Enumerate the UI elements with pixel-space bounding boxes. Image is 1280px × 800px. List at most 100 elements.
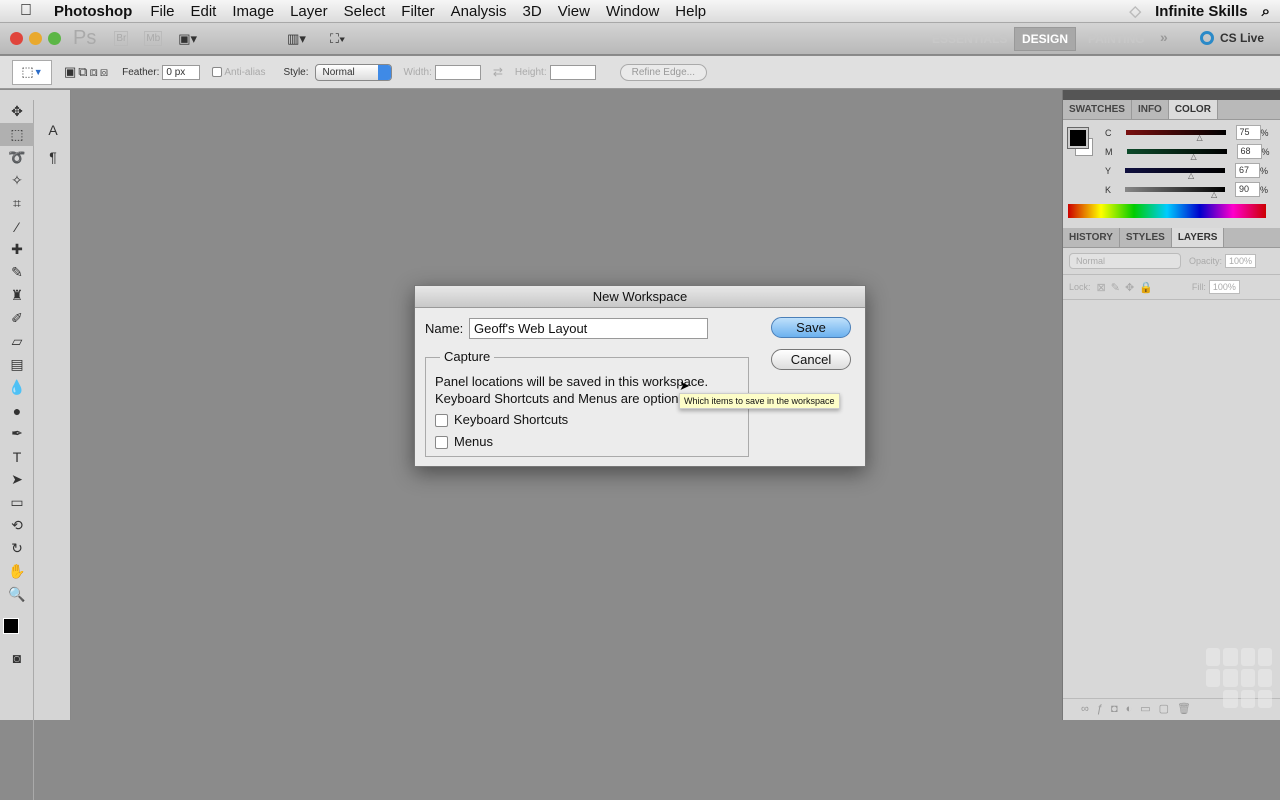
shape-tool-icon[interactable]: ▭ (0, 491, 34, 514)
workspace-essentials[interactable]: ESSENTIALS (932, 32, 1007, 46)
tab-swatches[interactable]: SWATCHES (1063, 100, 1132, 119)
stamp-tool-icon[interactable]: ♜ (0, 284, 34, 307)
menu-file[interactable]: File (142, 3, 182, 20)
fill-label: Fill: (1191, 282, 1206, 292)
eyedropper-tool-icon[interactable]: ⁄ (0, 215, 34, 238)
zoom-tool-icon[interactable]: 🔍 (0, 583, 34, 606)
channel-y-input[interactable]: 67 (1235, 163, 1261, 178)
apple-icon[interactable]:  (20, 2, 40, 20)
healing-brush-tool-icon[interactable]: ✚ (0, 238, 34, 261)
color-panel-tabs: SWATCHES INFO COLOR (1063, 100, 1280, 120)
menus-label: Menus (454, 434, 494, 449)
width-input[interactable] (434, 64, 481, 80)
eraser-tool-icon[interactable]: ▱ (0, 330, 34, 353)
anti-alias-checkbox[interactable] (212, 67, 223, 77)
spotlight-search-icon[interactable]: ⌕ (1262, 3, 1270, 20)
marquee-tool-icon[interactable]: ⬚ (0, 123, 34, 146)
tab-layers[interactable]: LAYERS (1171, 228, 1225, 247)
cancel-button[interactable]: Cancel (771, 349, 851, 370)
foreground-color-swatch[interactable] (1067, 127, 1089, 149)
character-panel-icon[interactable]: A (36, 118, 70, 141)
path-select-tool-icon[interactable]: ➤ (0, 468, 34, 491)
lasso-tool-icon[interactable]: ➰ (0, 146, 34, 169)
channel-m-slider[interactable]: △ (1126, 149, 1227, 161)
channel-c-slider[interactable]: △ (1125, 130, 1226, 142)
tab-info[interactable]: INFO (1132, 100, 1169, 119)
lock-icons[interactable]: ⊠✎✥🔒 (1097, 281, 1158, 294)
percent-label: % (1260, 165, 1269, 176)
channel-c-input[interactable]: 75 (1235, 125, 1261, 140)
height-input[interactable] (549, 64, 596, 80)
menu-view[interactable]: View (550, 3, 598, 20)
channel-m-input[interactable]: 68 (1236, 144, 1262, 159)
move-tool-icon[interactable]: ✥ (0, 100, 34, 123)
pen-tool-icon[interactable]: ✒ (0, 422, 34, 445)
selection-mode-icons[interactable]: ▣⧉⧈⧇ (64, 64, 110, 80)
save-button[interactable]: Save (771, 317, 851, 338)
channel-k-input[interactable]: 90 (1235, 182, 1261, 197)
cs-live-menu[interactable]: CS Live (1220, 31, 1264, 45)
quick-mask-icon[interactable]: ◙ (0, 646, 34, 669)
menus-option[interactable]: Menus (435, 434, 494, 450)
tab-history[interactable]: HISTORY (1063, 228, 1120, 247)
tool-preset-picker[interactable]: ⬚ ▼ (12, 59, 52, 85)
crop-tool-icon[interactable]: ⌗ (0, 192, 34, 215)
foreground-color-swatch[interactable] (3, 618, 19, 634)
menu-window[interactable]: Window (598, 3, 667, 20)
menu-3d[interactable]: 3D (515, 3, 550, 20)
workspace-painting[interactable]: PAINTING (1088, 32, 1144, 46)
keyboard-shortcuts-option[interactable]: Keyboard Shortcuts (435, 412, 568, 428)
menus-checkbox[interactable] (435, 436, 448, 450)
minimize-window-button[interactable] (29, 32, 42, 45)
channel-m-thumb[interactable]: △ (1191, 152, 1197, 161)
type-tool-icon[interactable]: T (0, 445, 34, 468)
channel-k-thumb[interactable]: △ (1211, 190, 1217, 199)
feather-input[interactable]: 0 px (162, 64, 201, 80)
channel-y-thumb[interactable]: △ (1188, 171, 1194, 180)
keyboard-shortcuts-checkbox[interactable] (435, 414, 448, 428)
fill-input[interactable]: 100% (1208, 280, 1240, 294)
swap-icon[interactable]: ⇄ (493, 65, 503, 79)
menu-filter[interactable]: Filter (393, 3, 442, 20)
arrange-documents-icon[interactable]: ▥▾ (287, 31, 306, 47)
menu-app[interactable]: Photoshop (54, 3, 142, 20)
channel-y-slider[interactable]: △ (1125, 168, 1226, 180)
gradient-tool-icon[interactable]: ▤ (0, 353, 34, 376)
color-spectrum-ramp[interactable] (1068, 204, 1266, 218)
screen-mode-icon[interactable]: ⛶▾ (330, 31, 345, 47)
channel-c-thumb[interactable]: △ (1197, 133, 1203, 142)
menu-bar:  Photoshop File Edit Image Layer Select… (0, 0, 1280, 23)
mini-bridge-button[interactable]: Mb (144, 31, 163, 46)
tab-styles[interactable]: STYLES (1120, 228, 1172, 247)
paragraph-panel-icon[interactable]: ¶ (36, 145, 70, 168)
brush-tool-icon[interactable]: ✎ (0, 261, 34, 284)
name-input[interactable]: Geoff's Web Layout (469, 318, 708, 339)
dodge-tool-icon[interactable]: ● (0, 399, 34, 422)
style-select[interactable]: Normal (314, 63, 392, 81)
bridge-button[interactable]: Br (114, 31, 129, 46)
blur-tool-icon[interactable]: 💧 (0, 376, 34, 399)
channel-k-slider[interactable]: △ (1125, 187, 1226, 199)
3d-rotate-tool-icon[interactable]: ⟲ (0, 514, 34, 537)
workspace-design[interactable]: DESIGN (1014, 27, 1077, 51)
history-brush-tool-icon[interactable]: ✐ (0, 307, 34, 330)
more-workspaces-button[interactable]: » (1160, 29, 1168, 45)
opacity-input[interactable]: 100% (1225, 254, 1257, 268)
menu-analysis[interactable]: Analysis (443, 3, 515, 20)
zoom-window-button[interactable] (48, 32, 61, 45)
3d-orbit-tool-icon[interactable]: ↻ (0, 537, 34, 560)
close-window-button[interactable] (10, 32, 23, 45)
blend-mode-select[interactable]: Normal (1069, 253, 1181, 269)
menu-select[interactable]: Select (336, 3, 394, 20)
menu-image[interactable]: Image (224, 3, 282, 20)
menu-edit[interactable]: Edit (183, 3, 225, 20)
panel-collapse-bar[interactable] (1063, 90, 1280, 100)
refine-edge-button[interactable]: Refine Edge... (619, 63, 707, 81)
menu-layer[interactable]: Layer (282, 3, 336, 20)
menu-help[interactable]: Help (667, 3, 714, 20)
quick-select-tool-icon[interactable]: ✧ (0, 169, 34, 192)
hand-tool-icon[interactable]: ✋ (0, 560, 34, 583)
view-extras-icon[interactable]: ▣▾ (178, 31, 197, 47)
options-bar: ⬚ ▼ ▣⧉⧈⧇ Feather: 0 px Anti-alias Style: … (0, 56, 1280, 89)
tab-color[interactable]: COLOR (1168, 100, 1218, 119)
